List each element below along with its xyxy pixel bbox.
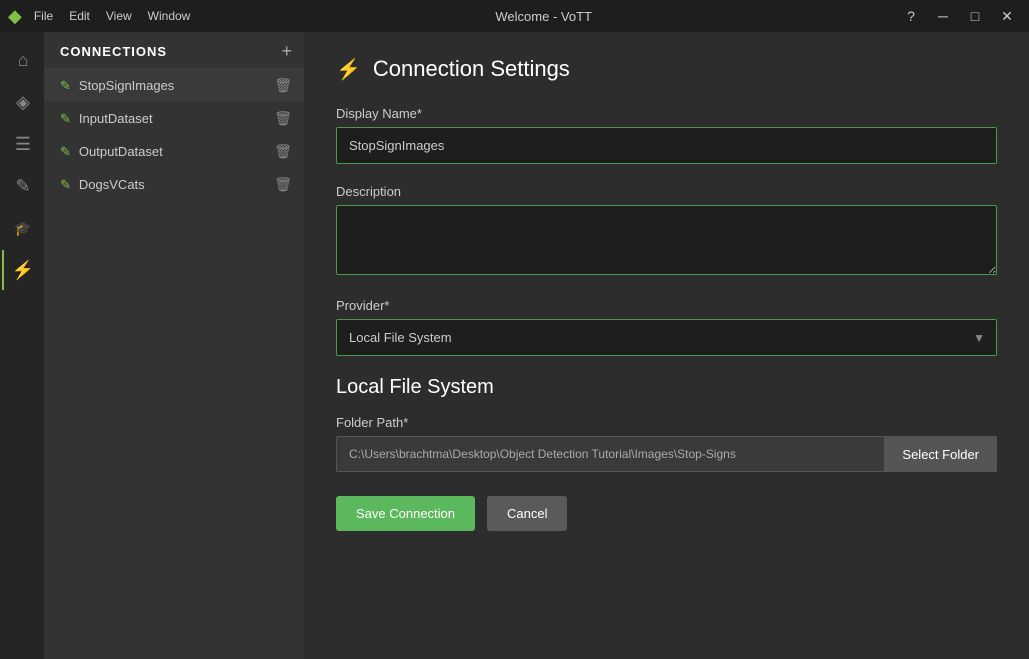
maximize-button[interactable]: □ xyxy=(961,5,989,27)
provider-label: Provider* xyxy=(336,298,997,313)
close-button[interactable]: ✕ xyxy=(993,5,1021,27)
provider-select-wrapper: Local File System Azure Blob Storage Bin… xyxy=(336,319,997,356)
action-buttons: Save Connection Cancel xyxy=(336,496,997,531)
content-area: ⚡ Connection Settings Display Name* Desc… xyxy=(304,32,1029,659)
menu-view[interactable]: View xyxy=(106,9,132,23)
save-connection-button[interactable]: Save Connection xyxy=(336,496,475,531)
app-logo: ◆ xyxy=(8,6,22,27)
sidebar-item-label-3: DogsVCats xyxy=(79,177,145,192)
folder-path-row: Select Folder xyxy=(336,436,997,472)
folder-path-label: Folder Path* xyxy=(336,415,997,430)
activity-connections[interactable]: ⚡ xyxy=(2,250,42,290)
display-name-group: Display Name* xyxy=(336,106,997,164)
menu-file[interactable]: File xyxy=(34,9,53,23)
titlebar: ◆ File Edit View Window Welcome - VoTT ?… xyxy=(0,0,1029,32)
edit-icon-1: ✎ xyxy=(60,111,71,127)
sidebar-item-label-1: InputDataset xyxy=(79,111,153,126)
help-button[interactable]: ? xyxy=(897,5,925,27)
provider-group: Provider* Local File System Azure Blob S… xyxy=(336,298,997,356)
sidebar-item-dogsvcats[interactable]: ✎ DogsVCats 🗑 xyxy=(44,168,304,201)
menu-window[interactable]: Window xyxy=(148,9,191,23)
provider-select[interactable]: Local File System Azure Blob Storage Bin… xyxy=(336,319,997,356)
content-header: ⚡ Connection Settings xyxy=(336,56,997,82)
delete-icon-1[interactable]: 🗑 xyxy=(274,110,292,127)
window-controls: ? ─ □ ✕ xyxy=(897,5,1021,27)
edit-icon-3: ✎ xyxy=(60,177,71,193)
cancel-button[interactable]: Cancel xyxy=(487,496,567,531)
add-connection-button[interactable]: + xyxy=(281,42,292,60)
delete-icon-2[interactable]: 🗑 xyxy=(274,143,292,160)
sidebar-item-outputdataset[interactable]: ✎ OutputDataset 🗑 xyxy=(44,135,304,168)
sidebar-header: CONNECTIONS + xyxy=(44,32,304,69)
connection-settings-icon: ⚡ xyxy=(336,57,361,82)
delete-icon-0[interactable]: 🗑 xyxy=(274,77,292,94)
window-title: Welcome - VoTT xyxy=(190,9,897,24)
sidebar-title: CONNECTIONS xyxy=(60,44,167,59)
edit-icon-0: ✎ xyxy=(60,78,71,94)
sidebar-item-inputdataset[interactable]: ✎ InputDataset 🗑 xyxy=(44,102,304,135)
display-name-label: Display Name* xyxy=(336,106,997,121)
sidebar: CONNECTIONS + ✎ StopSignImages 🗑 ✎ Input… xyxy=(44,32,304,659)
display-name-input[interactable] xyxy=(336,127,997,164)
activity-edit[interactable]: ✎ xyxy=(2,166,42,206)
activity-home[interactable]: ⌂ xyxy=(2,40,42,80)
menu-bar: File Edit View Window xyxy=(34,9,191,23)
description-textarea[interactable] xyxy=(336,205,997,275)
folder-path-input[interactable] xyxy=(336,436,884,472)
local-fs-section-title: Local File System xyxy=(336,376,997,399)
delete-icon-3[interactable]: 🗑 xyxy=(274,176,292,193)
activity-list[interactable]: ☰ xyxy=(2,124,42,164)
folder-path-group: Folder Path* Select Folder xyxy=(336,415,997,472)
sidebar-item-label-0: StopSignImages xyxy=(79,78,174,93)
activity-bar: ⌂ ◈ ☰ ✎ 🎓 ⚡ xyxy=(0,32,44,659)
sidebar-item-stopsignimages[interactable]: ✎ StopSignImages 🗑 xyxy=(44,69,304,102)
activity-learn[interactable]: 🎓 xyxy=(2,208,42,248)
edit-icon-2: ✎ xyxy=(60,144,71,160)
description-label: Description xyxy=(336,184,997,199)
sidebar-item-label-2: OutputDataset xyxy=(79,144,163,159)
activity-bookmark[interactable]: ◈ xyxy=(2,82,42,122)
select-folder-button[interactable]: Select Folder xyxy=(884,436,997,472)
minimize-button[interactable]: ─ xyxy=(929,5,957,27)
description-group: Description xyxy=(336,184,997,278)
menu-edit[interactable]: Edit xyxy=(69,9,90,23)
page-title: Connection Settings xyxy=(373,56,570,82)
